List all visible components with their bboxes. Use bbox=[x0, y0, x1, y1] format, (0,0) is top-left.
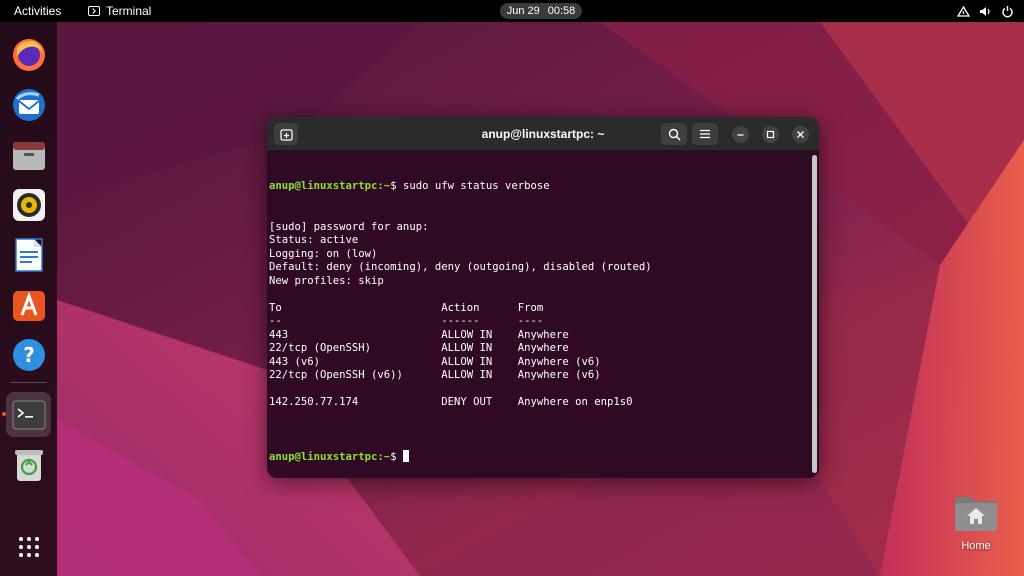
menu-button[interactable] bbox=[692, 123, 718, 145]
show-apps-button[interactable] bbox=[6, 524, 51, 569]
clock-button[interactable]: Jun 29 00:58 bbox=[500, 3, 582, 19]
output-line: 22/tcp (OpenSSH (v6)) ALLOW IN Anywhere … bbox=[269, 369, 601, 381]
output-line: 443 (v6) ALLOW IN Anywhere (v6) bbox=[269, 355, 601, 368]
software-icon bbox=[12, 290, 45, 321]
dock-item-files[interactable] bbox=[6, 132, 51, 177]
dock-item-rhythmbox[interactable] bbox=[6, 182, 51, 227]
firefox-icon bbox=[12, 38, 45, 71]
search-button[interactable] bbox=[661, 123, 687, 145]
rhythmbox-icon bbox=[12, 188, 45, 221]
text-cursor bbox=[402, 450, 410, 462]
output-line: Default: deny (incoming), deny (outgoing… bbox=[269, 261, 652, 273]
dock-item-writer[interactable] bbox=[6, 232, 51, 277]
output-line: New profiles: skip bbox=[269, 274, 384, 287]
minimize-button[interactable] bbox=[732, 126, 749, 143]
system-tray[interactable] bbox=[957, 0, 1014, 22]
typed-command: sudo ufw status verbose bbox=[402, 180, 550, 192]
shell-prompt: anup@linuxstartpc:~ bbox=[269, 451, 391, 463]
hamburger-icon bbox=[700, 129, 710, 139]
prompt-dollar: $ bbox=[390, 180, 403, 192]
output-line: -- ------ ---- bbox=[269, 315, 544, 327]
app-menu[interactable]: Terminal bbox=[88, 0, 151, 22]
home-folder-icon bbox=[955, 497, 997, 531]
network-icon bbox=[957, 5, 970, 17]
minimize-icon bbox=[737, 134, 744, 136]
show-apps-icon bbox=[18, 536, 39, 557]
svg-text:?: ? bbox=[23, 343, 35, 367]
command-line: anup@linuxstartpc:~$ sudo ufw status ver… bbox=[269, 180, 809, 194]
shell-prompt: anup@linuxstartpc:~ bbox=[269, 180, 391, 192]
new-tab-button[interactable] bbox=[274, 123, 298, 145]
search-icon bbox=[668, 128, 681, 141]
dock-item-terminal[interactable] bbox=[6, 392, 51, 437]
output-line: To Action From bbox=[269, 301, 544, 314]
help-icon: ? bbox=[12, 338, 45, 371]
prompt-dollar: $ bbox=[390, 451, 403, 463]
app-menu-label: Terminal bbox=[106, 4, 152, 18]
output-line: 22/tcp (OpenSSH) ALLOW IN Anywhere bbox=[269, 342, 569, 354]
thunderbird-icon bbox=[12, 88, 45, 121]
terminal-scrollbar[interactable] bbox=[812, 155, 817, 473]
files-icon bbox=[12, 141, 45, 170]
output-line: 443 ALLOW IN Anywhere bbox=[269, 328, 569, 341]
close-icon bbox=[797, 131, 804, 138]
dock-item-firefox[interactable] bbox=[6, 32, 51, 77]
output-line: Logging: on (low) bbox=[269, 247, 378, 260]
maximize-button[interactable] bbox=[762, 126, 779, 143]
current-prompt-line[interactable]: anup@linuxstartpc:~$ bbox=[269, 450, 809, 464]
new-tab-icon bbox=[279, 128, 293, 141]
terminal-app-icon bbox=[88, 6, 100, 16]
output-line: [sudo] password for anup: bbox=[269, 220, 429, 233]
terminal-output[interactable]: anup@linuxstartpc:~$ sudo ufw status ver… bbox=[267, 151, 809, 478]
dock-separator bbox=[10, 382, 47, 383]
dock-item-thunderbird[interactable] bbox=[6, 82, 51, 127]
home-folder-label: Home bbox=[961, 540, 991, 552]
output-line: 142.250.77.174 DENY OUT Anywhere on enp1… bbox=[269, 396, 633, 408]
terminal-window[interactable]: anup@linuxstartpc: ~ anup@linuxstartpc:~… bbox=[267, 117, 819, 478]
dock-item-trash[interactable] bbox=[6, 442, 51, 487]
window-headerbar[interactable]: anup@linuxstartpc: ~ bbox=[267, 117, 819, 151]
writer-icon bbox=[14, 237, 43, 272]
clock-time: 00:58 bbox=[547, 5, 576, 17]
trash-icon bbox=[14, 449, 43, 481]
clock-date: Jun 29 bbox=[506, 5, 540, 17]
dock-item-help[interactable]: ? bbox=[6, 332, 51, 377]
dock-item-software[interactable] bbox=[6, 282, 51, 327]
output-line: Status: active bbox=[269, 234, 359, 246]
close-button[interactable] bbox=[792, 126, 809, 143]
dock: ? bbox=[0, 22, 57, 576]
top-bar: Activities Terminal Jun 29 00:58 bbox=[0, 0, 1024, 22]
maximize-icon bbox=[766, 130, 775, 139]
activities-button[interactable]: Activities bbox=[8, 0, 67, 22]
terminal-icon bbox=[12, 400, 45, 429]
volume-icon bbox=[980, 6, 990, 16]
power-icon bbox=[1002, 5, 1013, 17]
output-lines: [sudo] password for anup: Status: active L… bbox=[269, 221, 809, 424]
desktop-home-folder[interactable]: Home bbox=[944, 487, 1008, 557]
